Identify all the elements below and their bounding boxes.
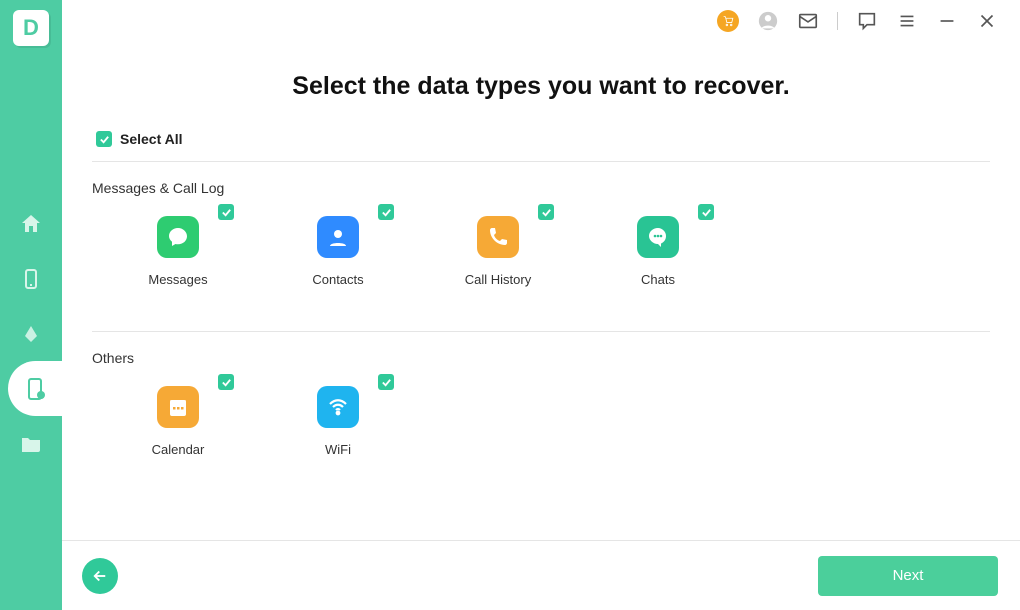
- mail-icon: [797, 10, 819, 32]
- mail-button[interactable]: [797, 10, 819, 32]
- app-window: D !: [0, 0, 1020, 610]
- section-title: Others: [92, 350, 990, 366]
- calendar-icon: [157, 386, 199, 428]
- check-icon: [99, 134, 110, 145]
- sidebar-item-files[interactable]: [0, 416, 62, 471]
- cart-icon: [717, 10, 739, 32]
- tile-grid: Messages Contacts Call: [92, 196, 990, 307]
- tile-chats[interactable]: Chats: [608, 208, 708, 287]
- user-icon: [757, 10, 779, 32]
- folder-icon: [19, 432, 43, 456]
- sidebar-item-recover[interactable]: !: [8, 361, 62, 416]
- tile-checkbox[interactable]: [538, 204, 554, 220]
- check-icon: [221, 207, 232, 218]
- wifi-icon: [317, 386, 359, 428]
- tile-label: WiFi: [288, 442, 388, 457]
- tile-messages[interactable]: Messages: [128, 208, 228, 287]
- check-icon: [381, 377, 392, 388]
- call-history-icon: [477, 216, 519, 258]
- app-logo: D: [13, 10, 49, 46]
- tile-label: Chats: [608, 272, 708, 287]
- cart-button[interactable]: [717, 10, 739, 32]
- section-messages-call-log: Messages & Call Log Messages: [92, 180, 990, 332]
- sidebar-item-cloud[interactable]: [0, 306, 62, 361]
- check-icon: [701, 207, 712, 218]
- title-bar: [62, 0, 1020, 42]
- tile-call-history[interactable]: Call History: [448, 208, 548, 287]
- back-button[interactable]: [82, 558, 118, 594]
- account-button[interactable]: [757, 10, 779, 32]
- tile-label: Messages: [128, 272, 228, 287]
- menu-icon: [896, 10, 918, 32]
- tile-checkbox[interactable]: [378, 374, 394, 390]
- home-icon: [19, 212, 43, 236]
- tile-grid: Calendar WiFi: [92, 366, 990, 477]
- tile-checkbox[interactable]: [378, 204, 394, 220]
- section-title: Messages & Call Log: [92, 180, 990, 196]
- tile-checkbox[interactable]: [218, 204, 234, 220]
- sidebar: D !: [0, 0, 62, 610]
- next-button[interactable]: Next: [818, 556, 998, 596]
- separator: [837, 12, 838, 30]
- footer-bar: Next: [62, 540, 1020, 610]
- check-icon: [541, 207, 552, 218]
- sidebar-item-device[interactable]: [0, 251, 62, 306]
- chats-icon: [637, 216, 679, 258]
- tile-label: Call History: [448, 272, 548, 287]
- select-all-checkbox[interactable]: [96, 131, 112, 147]
- menu-button[interactable]: [896, 10, 918, 32]
- tile-contacts[interactable]: Contacts: [288, 208, 388, 287]
- messages-icon: [157, 216, 199, 258]
- tile-label: Contacts: [288, 272, 388, 287]
- close-icon: [976, 10, 998, 32]
- minimize-button[interactable]: [936, 10, 958, 32]
- phone-alert-icon: !: [23, 377, 47, 401]
- sidebar-item-home[interactable]: [0, 196, 62, 251]
- tile-label: Calendar: [128, 442, 228, 457]
- tile-wifi[interactable]: WiFi: [288, 378, 388, 457]
- check-icon: [381, 207, 392, 218]
- minimize-icon: [936, 10, 958, 32]
- check-icon: [221, 377, 232, 388]
- select-all-row[interactable]: Select All: [92, 131, 990, 162]
- section-others: Others Calendar WiFi: [92, 350, 990, 477]
- feedback-button[interactable]: [856, 10, 878, 32]
- tile-checkbox[interactable]: [218, 374, 234, 390]
- contacts-icon: [317, 216, 359, 258]
- tile-checkbox[interactable]: [698, 204, 714, 220]
- tile-calendar[interactable]: Calendar: [128, 378, 228, 457]
- cloud-icon: [19, 322, 43, 346]
- page-title: Select the data types you want to recove…: [92, 72, 990, 101]
- comment-icon: [856, 10, 878, 32]
- main-panel: Select the data types you want to recove…: [62, 0, 1020, 610]
- arrow-left-icon: [91, 567, 109, 585]
- select-all-label: Select All: [120, 131, 183, 147]
- content-area: Select the data types you want to recove…: [62, 42, 1020, 540]
- phone-icon: [19, 267, 43, 291]
- close-button[interactable]: [976, 10, 998, 32]
